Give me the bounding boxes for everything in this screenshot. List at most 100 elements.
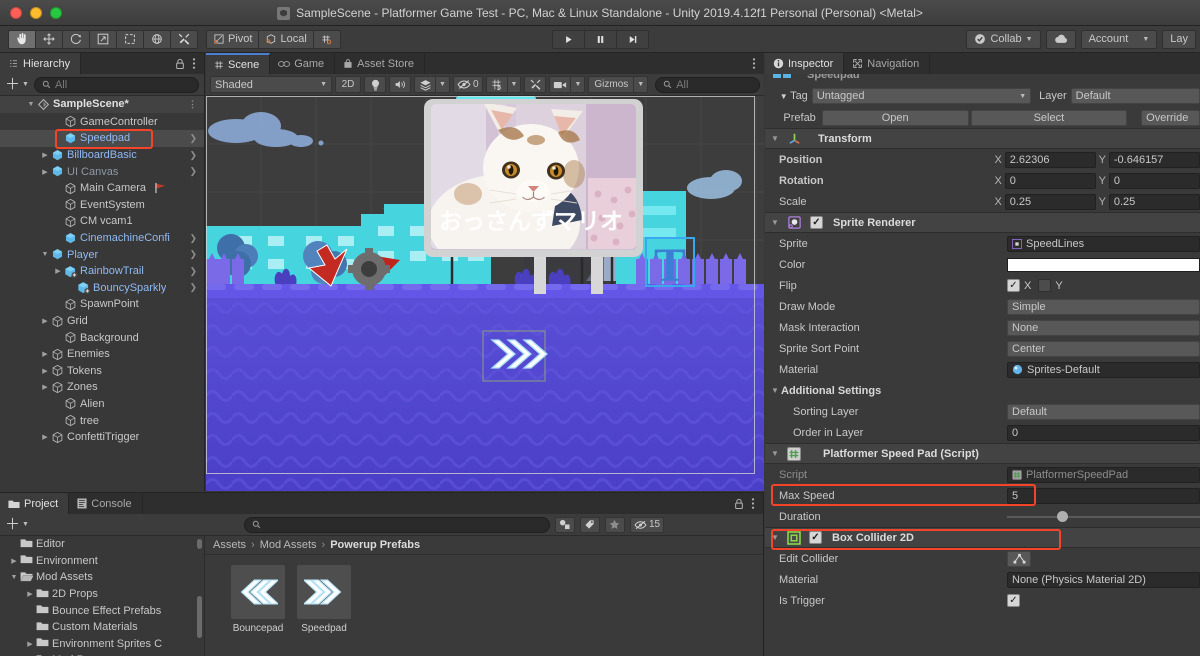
transform-scale-y-input[interactable]: 0.25 bbox=[1108, 193, 1200, 210]
open-prefab-chevron-icon[interactable]: ❯ bbox=[189, 282, 204, 293]
hierarchy-item-rainbowtrail[interactable]: ▶ RainbowTrail ❯ bbox=[0, 263, 204, 280]
tab-hierarchy[interactable]: Hierarchy bbox=[0, 53, 82, 74]
scene-expand-arrow[interactable]: ▼ bbox=[25, 101, 37, 108]
create-asset-button[interactable]: ＋ ▼ bbox=[5, 517, 29, 532]
tab-asset-store[interactable]: Asset Store bbox=[335, 53, 426, 74]
project-folder-environment[interactable]: ▶ Environment bbox=[0, 553, 204, 570]
open-prefab-chevron-icon[interactable]: ❯ bbox=[189, 266, 204, 277]
cloud-button[interactable] bbox=[1045, 29, 1076, 49]
collab-button[interactable]: Collab ▼ bbox=[966, 29, 1041, 49]
asset-item-bouncepad[interactable]: Bouncepad bbox=[231, 565, 285, 634]
folder-expand-arrow[interactable]: ▼ bbox=[8, 574, 20, 581]
hierarchy-item-gamecontroller[interactable]: GameController bbox=[0, 114, 204, 131]
open-prefab-chevron-icon[interactable]: ❯ bbox=[189, 150, 204, 161]
sr-material-object-field[interactable]: Sprites-Default bbox=[1007, 361, 1200, 378]
scene-grid-dropdown[interactable]: ▼ bbox=[506, 76, 522, 93]
sprite-sort-point-dropdown[interactable]: Center bbox=[1007, 340, 1200, 357]
scene-camera-dropdown[interactable]: ▼ bbox=[570, 76, 586, 93]
hierarchy-item-alien[interactable]: Alien bbox=[0, 396, 204, 413]
transform-rotation-x-input[interactable]: 0 bbox=[1004, 172, 1096, 189]
kebab-menu-icon[interactable] bbox=[751, 497, 755, 510]
project-tree-scrollbar[interactable] bbox=[197, 596, 202, 638]
duration-slider[interactable] bbox=[1007, 510, 1200, 523]
mask-interaction-dropdown[interactable]: None bbox=[1007, 319, 1200, 336]
hierarchy-search-input[interactable]: All bbox=[33, 76, 199, 93]
maximize-window-button[interactable] bbox=[50, 6, 62, 19]
object-options-caret[interactable]: ▼ bbox=[780, 92, 788, 101]
draw-mode-dropdown[interactable]: Simple bbox=[1007, 298, 1200, 315]
hierarchy-item-spawnpoint[interactable]: SpawnPoint bbox=[0, 296, 204, 313]
prefab-select-button[interactable]: Select bbox=[970, 109, 1128, 126]
gizmos-dropdown[interactable]: ▼ bbox=[633, 76, 649, 93]
open-prefab-chevron-icon[interactable]: ❯ bbox=[189, 233, 204, 244]
hierarchy-item-player[interactable]: ▼ Player ❯ bbox=[0, 246, 204, 263]
collider-material-object-field[interactable]: None (Physics Material 2D) bbox=[1007, 571, 1200, 588]
pause-button[interactable] bbox=[584, 29, 617, 49]
hierarchy-item-tree[interactable]: tree bbox=[0, 412, 204, 429]
project-tree-scroll-up[interactable] bbox=[197, 539, 202, 549]
kebab-menu-icon[interactable] bbox=[752, 57, 756, 70]
sprite-object-field[interactable]: SpeedLines bbox=[1007, 235, 1200, 252]
open-prefab-chevron-icon[interactable]: ❯ bbox=[189, 133, 204, 144]
scene-kebab-icon[interactable]: ⋮ bbox=[188, 99, 204, 110]
create-object-button[interactable]: ＋ ▼ bbox=[5, 77, 29, 92]
folder-expand-arrow[interactable]: ▶ bbox=[8, 557, 20, 565]
asset-item-speedpad[interactable]: Speedpad bbox=[297, 565, 351, 634]
hierarchy-item-bouncysparkly[interactable]: BouncySparkly ❯ bbox=[0, 280, 204, 297]
project-folder-mod-assets[interactable]: ▼ Mod Assets bbox=[0, 569, 204, 586]
scene-tools-button[interactable] bbox=[524, 76, 547, 93]
project-folder-bounce-effect-prefabs[interactable]: Bounce Effect Prefabs bbox=[0, 602, 204, 619]
tab-navigation[interactable]: Navigation bbox=[844, 53, 931, 74]
speed-pad-fold-arrow[interactable]: ▼ bbox=[771, 449, 781, 458]
hierarchy-item-eventsystem[interactable]: EventSystem bbox=[0, 197, 204, 214]
expand-arrow[interactable]: ▶ bbox=[39, 350, 51, 358]
prefab-open-button[interactable]: Open bbox=[821, 109, 969, 126]
tab-project[interactable]: Project bbox=[0, 493, 70, 514]
transform-scale-x-input[interactable]: 0.25 bbox=[1004, 193, 1096, 210]
project-folder-mod-resources[interactable]: ▶Mod Resources bbox=[0, 652, 204, 656]
expand-arrow[interactable]: ▶ bbox=[39, 151, 51, 159]
hierarchy-item-ui-canvas[interactable]: ▶ UI Canvas ❯ bbox=[0, 163, 204, 180]
hierarchy-item-cm-vcam1[interactable]: CM vcam1 bbox=[0, 213, 204, 230]
hierarchy-item-cinemachineconfi[interactable]: CinemachineConfi ❯ bbox=[0, 230, 204, 247]
sorting-layer-dropdown[interactable]: Default bbox=[1007, 403, 1200, 420]
sprite-renderer-fold-arrow[interactable]: ▼ bbox=[771, 218, 781, 227]
toggle-2d-button[interactable]: 2D bbox=[335, 76, 361, 93]
custom-tool-button[interactable] bbox=[170, 29, 198, 49]
tag-dropdown[interactable]: Untagged ▼ bbox=[811, 88, 1032, 104]
grid-snap-button[interactable] bbox=[312, 29, 341, 49]
scene-fx-dropdown[interactable]: ▼ bbox=[435, 76, 450, 93]
project-folder-custom-materials[interactable]: Custom Materials bbox=[0, 619, 204, 636]
hand-tool-button[interactable] bbox=[8, 29, 36, 49]
local-toggle-button[interactable]: Local bbox=[258, 29, 314, 49]
project-folder-editor[interactable]: Editor bbox=[0, 536, 204, 553]
hierarchy-item-background[interactable]: Background bbox=[0, 329, 204, 346]
box-collider-header[interactable]: ▼ ✓ Box Collider 2D bbox=[765, 527, 1200, 548]
expand-arrow[interactable]: ▶ bbox=[39, 168, 51, 176]
order-in-layer-input[interactable]: 0 bbox=[1007, 424, 1200, 441]
shading-mode-dropdown[interactable]: Shaded ▼ bbox=[210, 76, 332, 93]
step-button[interactable] bbox=[616, 29, 649, 49]
open-prefab-chevron-icon[interactable]: ❯ bbox=[189, 249, 204, 260]
expand-arrow[interactable]: ▶ bbox=[39, 383, 51, 391]
lock-icon[interactable] bbox=[175, 58, 185, 70]
expand-arrow[interactable]: ▶ bbox=[39, 367, 51, 375]
move-tool-button[interactable] bbox=[35, 29, 63, 49]
layer-dropdown[interactable]: Default bbox=[1070, 88, 1200, 104]
scene-grid-button[interactable] bbox=[485, 76, 508, 93]
pivot-toggle-button[interactable]: Pivot bbox=[206, 29, 260, 49]
transform-component-header[interactable]: ▼ Transform bbox=[765, 128, 1200, 149]
transform-fold-arrow[interactable]: ▼ bbox=[771, 134, 781, 143]
tab-scene[interactable]: Scene bbox=[206, 53, 271, 74]
edit-collider-button[interactable] bbox=[1007, 550, 1031, 567]
transform-tool-button[interactable] bbox=[143, 29, 171, 49]
expand-arrow[interactable]: ▶ bbox=[39, 317, 51, 325]
hierarchy-item-main-camera[interactable]: Main Camera bbox=[0, 180, 204, 197]
breadcrumb-item[interactable]: Mod Assets bbox=[260, 539, 317, 551]
speed-pad-component-header[interactable]: ▼ Platformer Speed Pad (Script) bbox=[765, 443, 1200, 464]
favorites-button[interactable] bbox=[604, 516, 625, 533]
scene-audio-button[interactable] bbox=[389, 76, 411, 93]
sprite-renderer-enabled-checkbox[interactable]: ✓ bbox=[810, 216, 823, 229]
filter-by-type-button[interactable] bbox=[554, 516, 575, 533]
scene-camera-button[interactable] bbox=[549, 76, 572, 93]
